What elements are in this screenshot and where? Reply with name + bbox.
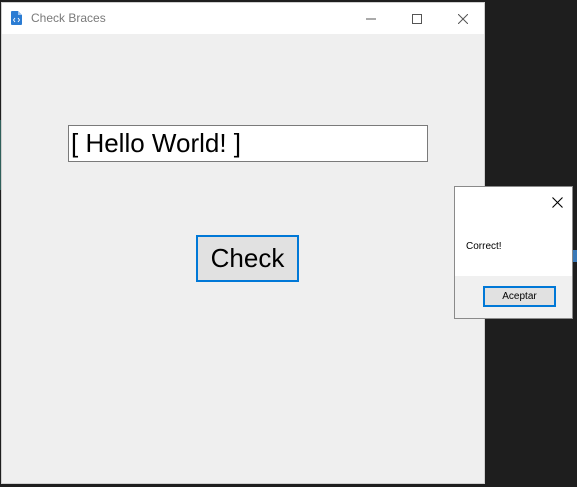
ok-button[interactable]: Aceptar (483, 286, 556, 307)
window-title: Check Braces (31, 11, 106, 25)
dialog-footer: Aceptar (455, 276, 572, 318)
dialog-close-button[interactable] (547, 192, 567, 212)
braces-text-input[interactable] (68, 125, 428, 162)
maximize-button[interactable] (394, 3, 440, 34)
minimize-button[interactable] (348, 3, 394, 34)
dialog-message: Correct! (466, 241, 502, 252)
check-button[interactable]: Check (196, 235, 299, 282)
title-bar[interactable]: Check Braces (2, 3, 484, 34)
close-button[interactable] (440, 3, 486, 34)
maximize-icon (412, 13, 422, 24)
minimize-icon (366, 18, 376, 19)
close-icon (458, 13, 468, 24)
main-window: Check Braces Check (1, 2, 485, 484)
code-file-icon (11, 11, 22, 25)
message-dialog: Correct! Aceptar (454, 186, 573, 319)
close-icon (551, 196, 563, 208)
